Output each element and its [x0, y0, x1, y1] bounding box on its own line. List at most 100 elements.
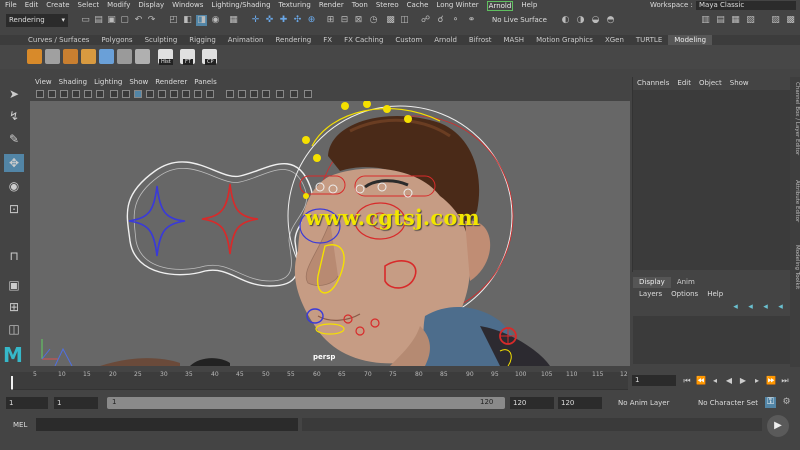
color-management-icon[interactable]	[290, 90, 298, 98]
channel-box-body[interactable]	[633, 90, 790, 270]
save-as-icon[interactable]: ▢	[119, 15, 130, 26]
menu-cache[interactable]: Cache	[407, 0, 429, 11]
live-surface-label[interactable]: No Live Surface	[492, 16, 547, 24]
xray-icon[interactable]	[238, 90, 246, 98]
menu-render[interactable]: Render	[319, 0, 344, 11]
layer-move-down-icon[interactable]: ◂	[745, 302, 756, 313]
anim-layer-dropdown[interactable]: No Anim Layer	[615, 397, 690, 409]
new-scene-icon[interactable]: ▭	[80, 15, 91, 26]
menu-long-winter[interactable]: Long Winter	[436, 0, 478, 11]
menu-file[interactable]: File	[5, 0, 17, 11]
four-pane-layout-icon[interactable]: ⊞	[4, 298, 24, 316]
output-ops-icon[interactable]: ⊠	[353, 15, 364, 26]
menu-select[interactable]: Select	[78, 0, 100, 11]
tab-custom[interactable]: Custom	[389, 35, 428, 45]
paint-select-icon[interactable]: ✎	[4, 130, 24, 148]
symmetry-icon[interactable]: ◐	[560, 15, 571, 26]
tab-fx[interactable]: FX	[317, 35, 338, 45]
select-camera-icon[interactable]	[36, 90, 44, 98]
tab-rendering[interactable]: Rendering	[269, 35, 317, 45]
mel-label[interactable]: MEL	[13, 421, 27, 429]
select-object-icon[interactable]: ◧	[182, 15, 193, 26]
vp-menu-show[interactable]: Show	[129, 77, 148, 88]
tab-arnold[interactable]: Arnold	[428, 35, 463, 45]
menu-edit[interactable]: Edit	[25, 0, 39, 11]
layer-tab-anim[interactable]: Anim	[671, 277, 701, 288]
step-forward-frame-icon[interactable]: ▸	[752, 375, 762, 386]
snap-live-icon[interactable]: ⊕	[306, 15, 317, 26]
render-settings-icon[interactable]: ☌	[435, 15, 446, 26]
hypershade-icon[interactable]: ⚬	[450, 15, 461, 26]
menu-stereo[interactable]: Stereo	[376, 0, 399, 11]
step-back-key-icon[interactable]: ⏪	[696, 375, 706, 386]
play-overlay-icon[interactable]: ▶	[767, 415, 789, 437]
tab-xgen[interactable]: XGen	[599, 35, 630, 45]
play-forwards-icon[interactable]: ▶	[738, 375, 748, 386]
menu-texturing[interactable]: Texturing	[279, 0, 311, 11]
side-tab-channel-box[interactable]: Channel Box / Layer Editor	[791, 82, 800, 155]
film-gate-icon[interactable]	[122, 90, 130, 98]
layout-icon[interactable]: ▩	[785, 15, 796, 26]
xgen-icon[interactable]: ◒	[590, 15, 601, 26]
snap-grid-icon[interactable]: ✛	[250, 15, 261, 26]
menu-arnold[interactable]: Arnold	[486, 0, 514, 11]
new-layer-icon[interactable]: ◂	[760, 302, 771, 313]
character-set-dropdown[interactable]: No Character Set	[695, 397, 763, 409]
bevel-icon[interactable]	[117, 49, 132, 64]
menu-set-dropdown[interactable]: Rendering ▾	[6, 14, 68, 27]
menu-display[interactable]: Display	[138, 0, 164, 11]
exposure-icon[interactable]	[304, 90, 312, 98]
poly-cube-icon[interactable]	[27, 49, 42, 64]
tab-sculpting[interactable]: Sculpting	[139, 35, 184, 45]
vp-menu-panels[interactable]: Panels	[194, 77, 217, 88]
single-pane-layout-icon[interactable]: ▣	[4, 276, 24, 294]
snap-point-icon[interactable]: ✚	[278, 15, 289, 26]
lock-selection-icon[interactable]: ▦	[228, 15, 239, 26]
menu-lighting-shading[interactable]: Lighting/Shading	[211, 0, 270, 11]
perspective-viewport[interactable]	[30, 101, 630, 366]
tab-fx-caching[interactable]: FX Caching	[338, 35, 389, 45]
layer-move-up-icon[interactable]: ◂	[730, 302, 741, 313]
tab-curves-surfaces[interactable]: Curves / Surfaces	[22, 35, 95, 45]
tab-mash[interactable]: MASH	[498, 35, 531, 45]
select-component-icon[interactable]: ◨	[196, 15, 207, 26]
render-frame-icon[interactable]: ◫	[399, 15, 410, 26]
isolate-select-icon[interactable]	[226, 90, 234, 98]
save-scene-icon[interactable]: ▣	[106, 15, 117, 26]
poly-sphere-icon[interactable]	[63, 49, 78, 64]
use-lights-icon[interactable]	[182, 90, 190, 98]
render-view-icon[interactable]: ▩	[385, 15, 396, 26]
menu-help[interactable]: Help	[521, 0, 537, 11]
attribute-editor-icon[interactable]: ▦	[730, 15, 741, 26]
move-tool-icon[interactable]: ✥	[4, 154, 24, 172]
animation-end-field[interactable]: 120	[558, 397, 602, 409]
bookmarks-icon[interactable]	[60, 90, 68, 98]
shadows-icon[interactable]	[194, 90, 202, 98]
snap-curve-icon[interactable]: ✜	[264, 15, 275, 26]
menu-toon[interactable]: Toon	[352, 0, 368, 11]
xray-components-icon[interactable]	[262, 90, 270, 98]
wireframe-icon[interactable]	[134, 90, 142, 98]
grid-icon[interactable]	[110, 90, 118, 98]
open-scene-icon[interactable]: ▤	[93, 15, 104, 26]
gamma-icon[interactable]	[276, 90, 284, 98]
side-tab-modeling-toolkit[interactable]: Modeling Toolkit	[791, 245, 800, 289]
tab-rigging[interactable]: Rigging	[183, 35, 222, 45]
tab-modeling[interactable]: Modeling	[668, 35, 713, 45]
undo-icon[interactable]: ↶	[133, 15, 144, 26]
go-to-end-icon[interactable]: ⏭	[780, 375, 790, 386]
vp-menu-view[interactable]: View	[35, 77, 52, 88]
select-tool-icon[interactable]: ➤	[4, 85, 24, 103]
go-to-start-icon[interactable]: ⏮	[682, 375, 692, 386]
step-back-frame-icon[interactable]: ◂	[710, 375, 720, 386]
step-forward-key-icon[interactable]: ⏩	[766, 375, 776, 386]
side-tab-attribute-editor[interactable]: Attribute Editor	[791, 180, 800, 222]
lasso-tool-icon[interactable]: ↯	[4, 107, 24, 125]
vp-menu-renderer[interactable]: Renderer	[155, 77, 187, 88]
menu-create[interactable]: Create	[46, 0, 69, 11]
redo-icon[interactable]: ↷	[146, 15, 157, 26]
channel-box-icon[interactable]: ▨	[770, 15, 781, 26]
sculpt-icon[interactable]: ◓	[605, 15, 616, 26]
workspace-dropdown[interactable]: Maya Classic	[696, 1, 796, 10]
textured-icon[interactable]	[170, 90, 178, 98]
